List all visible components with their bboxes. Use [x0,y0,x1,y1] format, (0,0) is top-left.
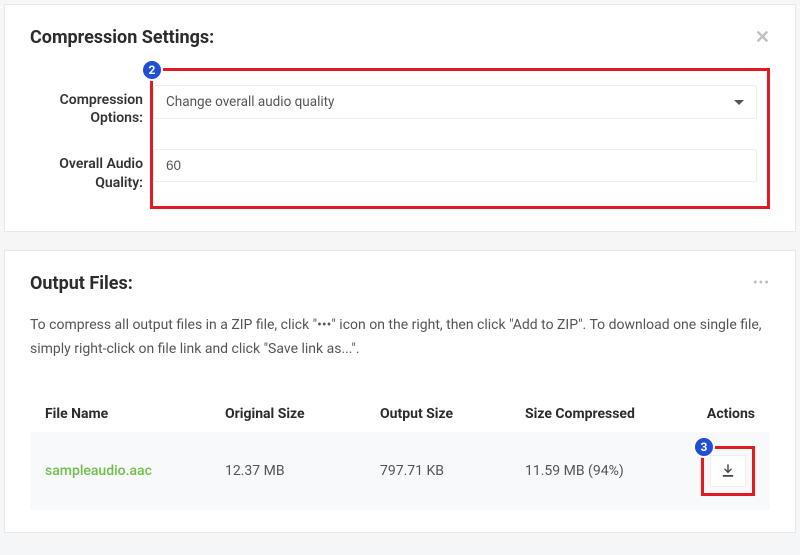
quality-input[interactable] [153,149,757,182]
output-header: Output Files: ••• [30,273,770,294]
actions-cell: 3 [700,446,755,496]
more-menu-icon[interactable]: ••• [753,275,770,291]
original-size: 12.37 MB [225,463,380,479]
highlight-box-2: 2 Compression Options: Change overall au… [150,68,770,209]
compression-settings-panel: Compression Settings: ✕ 2 Compression Op… [4,4,796,232]
header-original: Original Size [225,406,380,422]
quality-label: Overall Audio Quality: [38,149,153,191]
output-table-header: File Name Original Size Output Size Size… [30,396,770,432]
header-filename: File Name [45,406,225,422]
output-files-panel: Output Files: ••• To compress all output… [4,250,796,534]
compression-options-select[interactable]: Change overall audio quality [153,85,757,119]
compression-header: Compression Settings: ✕ [30,27,770,48]
step-badge-2: 2 [141,59,163,81]
compressed-size: 11.59 MB (94%) [525,463,700,479]
download-button[interactable] [710,455,746,487]
compression-title: Compression Settings: [30,27,214,48]
highlight-box-3: 3 [701,446,755,496]
quality-row: Overall Audio Quality: [163,149,757,191]
output-title: Output Files: [30,273,133,294]
header-actions: Actions [700,406,755,422]
compression-options-label: Compression Options: [38,85,153,127]
header-compressed: Size Compressed [525,406,700,422]
table-row: sampleaudio.aac 12.37 MB 797.71 KB 11.59… [30,432,770,510]
output-help-text: To compress all output files in a ZIP fi… [30,314,770,362]
download-icon [721,464,735,478]
close-icon[interactable]: ✕ [755,27,770,48]
header-output: Output Size [380,406,525,422]
file-link[interactable]: sampleaudio.aac [45,463,225,479]
compression-options-row: Compression Options: Change overall audi… [163,85,757,127]
output-size: 797.71 KB [380,463,525,479]
